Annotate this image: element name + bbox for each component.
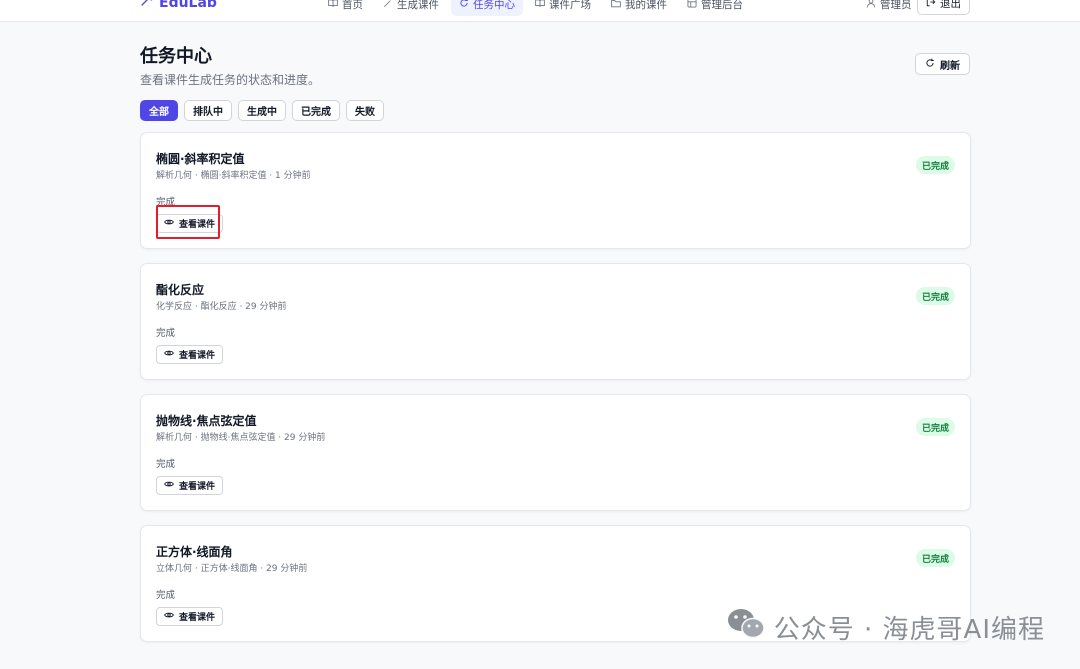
status-badge: 已完成 [915,156,955,174]
task-meta: 化学反应 · 酯化反应 · 29 分钟前 [156,302,287,312]
eye-icon [164,610,174,623]
wand-icon [140,0,153,11]
task-title: 酯化反应 [156,283,205,297]
watermark-text: 公众号 · 海虎哥AI编程 [773,615,1045,645]
refresh-button[interactable]: 刷新 [915,53,970,75]
task-title: 椭圆·斜率积定值 [156,152,245,166]
eye-icon [164,479,174,492]
nav-label: 我的课件 [625,0,667,11]
user-menu[interactable]: 管理员 [858,0,920,14]
task-status-text: 完成 [156,459,176,470]
nav-item-generate[interactable]: 生成课件 [375,0,447,16]
nav-label: 生成课件 [397,0,439,11]
task-status-text: 完成 [156,197,176,208]
nav-item-task-center[interactable]: 任务中心 [451,0,523,16]
status-badge: 已完成 [915,418,955,436]
nav-item-my-courseware[interactable]: 我的课件 [603,0,675,16]
task-meta: 解析几何 · 抛物线·焦点弦定值 · 29 分钟前 [156,433,326,443]
status-filter-tabs: 全部 排队中 生成中 已完成 失败 [140,100,384,121]
nav-item-admin[interactable]: 管理后台 [679,0,751,16]
view-courseware-button[interactable]: 查看课件 [156,345,224,364]
filter-queued[interactable]: 排队中 [184,100,232,121]
book-icon [328,0,338,11]
refresh-label: 刷新 [940,60,960,72]
view-courseware-label: 查看课件 [179,220,216,230]
nav-item-home[interactable]: 首页 [320,0,371,16]
user-icon [866,0,876,11]
filter-failed[interactable]: 失败 [346,100,384,121]
watermark: 公众号 · 海虎哥AI编程 [726,607,1045,648]
nav-label: 管理后台 [701,0,743,11]
view-courseware-label: 查看课件 [179,351,216,361]
nav-label: 任务中心 [473,0,515,11]
nav-label: 首页 [342,0,363,11]
main-nav: 首页 生成课件 任务中心 课件广场 我的课件 管理后台 [320,0,751,16]
view-courseware-label: 查看课件 [179,482,216,492]
filter-completed[interactable]: 已完成 [292,100,340,121]
brand-logo[interactable]: EduLab [140,0,217,11]
dashboard-icon [687,0,697,11]
folder-icon [611,0,621,11]
page-title: 任务中心 [140,46,212,67]
top-navbar: EduLab 首页 生成课件 任务中心 课件广场 我的课件 管理后台 管理员 退… [0,0,1080,22]
task-status-text: 完成 [156,590,176,601]
eye-icon [164,217,174,230]
task-meta: 解析几何 · 椭圆·斜率积定值 · 1 分钟前 [156,171,311,181]
view-courseware-label: 查看课件 [179,613,216,623]
brand-name: EduLab [159,0,217,11]
filter-generating[interactable]: 生成中 [238,100,286,121]
task-list: 椭圆·斜率积定值 解析几何 · 椭圆·斜率积定值 · 1 分钟前 完成 已完成 … [140,132,971,656]
logout-icon [926,0,936,10]
view-courseware-button[interactable]: 查看课件 [156,607,224,626]
task-title: 正方体·线面角 [156,545,233,559]
wand-icon [383,0,393,11]
refresh-icon [459,0,469,11]
task-card: 抛物线·焦点弦定值 解析几何 · 抛物线·焦点弦定值 · 29 分钟前 完成 已… [140,394,971,511]
nav-label: 课件广场 [549,0,591,11]
eye-icon [164,348,174,361]
view-courseware-button[interactable]: 查看课件 [156,214,224,233]
nav-item-courseware-square[interactable]: 课件广场 [527,0,599,16]
status-badge: 已完成 [915,549,955,567]
task-status-text: 完成 [156,328,176,339]
logout-button[interactable]: 退出 [917,0,970,15]
book-icon [535,0,545,11]
logout-label: 退出 [940,0,961,10]
user-name: 管理员 [880,0,912,11]
task-title: 抛物线·焦点弦定值 [156,414,257,428]
page-subtitle: 查看课件生成任务的状态和进度。 [140,73,321,87]
task-meta: 立体几何 · 正方体·线面角 · 29 分钟前 [156,564,308,574]
status-badge: 已完成 [915,287,955,305]
wechat-icon [726,607,766,648]
filter-all[interactable]: 全部 [140,100,178,121]
refresh-icon [925,58,935,71]
view-courseware-button[interactable]: 查看课件 [156,476,224,495]
task-card: 酯化反应 化学反应 · 酯化反应 · 29 分钟前 完成 已完成 查看课件 [140,263,971,380]
task-card: 椭圆·斜率积定值 解析几何 · 椭圆·斜率积定值 · 1 分钟前 完成 已完成 … [140,132,971,249]
